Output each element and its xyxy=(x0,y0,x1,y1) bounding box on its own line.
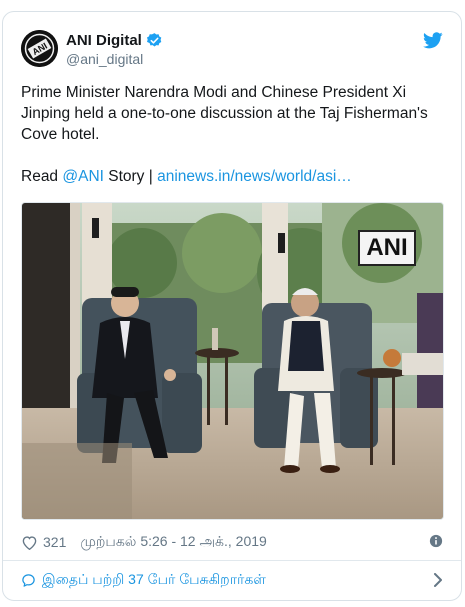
avatar[interactable]: ANI xyxy=(21,30,58,67)
read-prefix: Read xyxy=(21,168,63,185)
tweet-spacer xyxy=(21,145,446,166)
mention-link[interactable]: @ANI xyxy=(62,168,104,185)
account-names: ANI Digital @ani_digital xyxy=(66,32,163,67)
display-name[interactable]: ANI Digital xyxy=(66,32,142,49)
story-link[interactable]: aninews.in/news/world/asi… xyxy=(157,168,352,185)
tweet-line-2: Jinping held a one-to-one discussion at … xyxy=(21,105,428,122)
comment-icon xyxy=(22,573,35,587)
tweet-line-1: Prime Minister Narendra Modi and Chinese… xyxy=(21,84,407,101)
tweet-header: ANI ANI Digital @ani_digital xyxy=(21,30,443,70)
heart-icon[interactable] xyxy=(21,535,38,550)
twitter-bird-icon[interactable] xyxy=(423,32,443,49)
tweet-line-3: Cove hotel. xyxy=(21,126,100,143)
info-icon[interactable] xyxy=(429,534,443,548)
tweet-read-line: Read @ANI Story | aninews.in/news/world/… xyxy=(21,166,446,187)
like-count[interactable]: 321 xyxy=(43,534,66,550)
divider xyxy=(3,560,461,561)
verified-badge-icon xyxy=(146,33,162,47)
timestamp[interactable]: முற்பகல் 5:26 - 12 அக்., 2019 xyxy=(80,533,266,552)
tweet-card[interactable]: ANI ANI Digital @ani_digital Prime Minis… xyxy=(2,11,462,601)
replies-text[interactable]: இதைப் பற்றி 37 பேர் பேசுகிறார்கள் xyxy=(42,571,266,590)
account-handle[interactable]: @ani_digital xyxy=(66,51,163,67)
tweet-meta: 321 முற்பகல் 5:26 - 12 அக்., 2019 xyxy=(21,530,443,554)
chevron-right-icon[interactable] xyxy=(433,573,443,587)
replies-link[interactable]: இதைப் பற்றி 37 பேர் பேசுகிறார்கள் xyxy=(21,568,443,592)
ani-watermark-logo: ANI xyxy=(358,230,416,266)
tweet-media-image[interactable]: ANI xyxy=(21,202,444,520)
tweet-text: Prime Minister Narendra Modi and Chinese… xyxy=(21,82,446,187)
story-separator: Story | xyxy=(103,168,158,185)
